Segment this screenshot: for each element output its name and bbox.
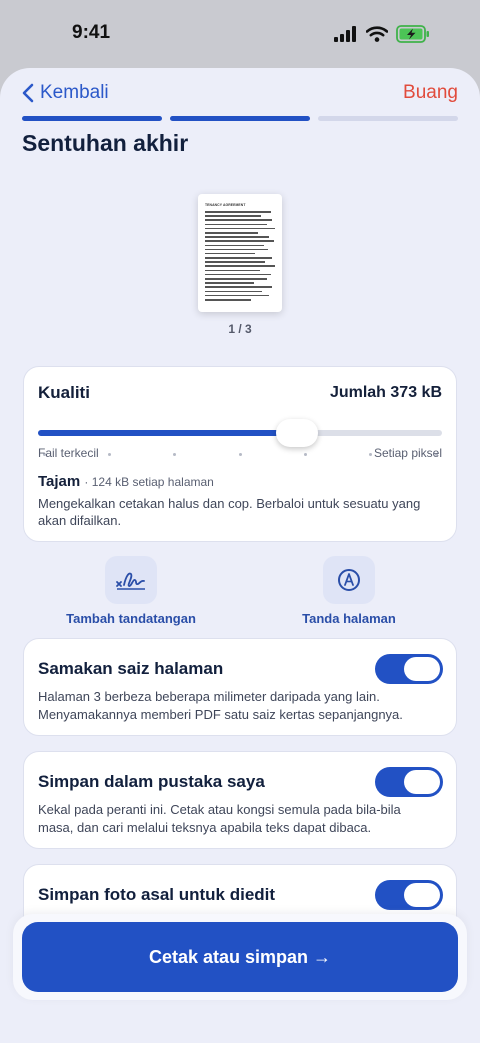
- slider-tick: [303, 453, 307, 456]
- thumbnail-text-line: [205, 227, 275, 230]
- thumbnail-doc-heading: TENANCY AGREEMENT: [205, 203, 246, 207]
- keep-originals-toggle[interactable]: [375, 880, 443, 910]
- quality-total-size: Jumlah 373 kB: [329, 384, 442, 401]
- pen-mark-icon: [323, 556, 375, 604]
- add-signature-button[interactable]: Tambah tandatangan: [51, 556, 211, 626]
- page-title: Sentuhan akhir: [22, 130, 189, 156]
- slider-tick: [173, 453, 177, 456]
- thumbnail-text-line: [205, 298, 252, 301]
- signature-icon: [105, 556, 157, 604]
- thumbnail-text-line: [205, 236, 270, 238]
- wifi-icon: [366, 26, 388, 42]
- toggle-card-uniform-size: Samakan saiz halaman Halaman 3 berbeza b…: [23, 638, 457, 736]
- switch-knob: [404, 657, 440, 681]
- thumbnail-text-line: [205, 231, 259, 234]
- uniform-size-toggle[interactable]: [375, 654, 443, 684]
- slider-max-label: Setiap piksel: [373, 446, 442, 460]
- step-progress-segment: [170, 116, 310, 121]
- signal-icon: [334, 26, 356, 42]
- slider-min-label: Fail terkecil: [38, 446, 99, 460]
- toggle-description: Kekal pada peranti ini. Cetak atau kongs…: [38, 802, 401, 835]
- thumbnail-text-line: [205, 252, 256, 255]
- quality-setting-detail: · 124 kB setiap halaman: [84, 475, 214, 489]
- page-thumbnail[interactable]: TENANCY AGREEMENT: [198, 194, 282, 312]
- switch-knob: [404, 883, 440, 907]
- status-icons: [334, 25, 430, 43]
- toggle-title: Simpan dalam pustaka saya: [38, 772, 265, 791]
- quality-description: Mengekalkan cetakan halus dan cop. Berba…: [38, 496, 421, 528]
- battery-charging-icon: [396, 25, 429, 43]
- back-label: Kembali: [40, 82, 109, 103]
- print-or-save-button[interactable]: Cetak atau simpan →: [22, 922, 458, 992]
- thumbnail-text-line: [205, 265, 275, 268]
- thumbnail-text-line: [205, 278, 267, 280]
- thumbnail-text-line: [205, 273, 271, 276]
- slider-thumb[interactable]: [275, 419, 318, 447]
- thumbnail-text-line: [205, 261, 266, 263]
- page-indicator: 1 / 3: [228, 322, 252, 336]
- chevron-left-icon: [22, 83, 34, 103]
- toggle-title: Simpan foto asal untuk diedit: [38, 885, 276, 904]
- add-signature-label: Tambah tandatangan: [66, 611, 196, 626]
- toggle-description: Halaman 3 berbeza beberapa milimeter dar…: [38, 689, 403, 722]
- quality-card: Kualiti Jumlah 373 kB Fail terkecil Seti…: [23, 366, 457, 542]
- step-progress-segment: [318, 116, 458, 121]
- step-progress-segment: [22, 116, 162, 121]
- nav-bar: Kembali Buang: [0, 68, 480, 118]
- thumbnail-text-line: [205, 240, 274, 242]
- step-progress: [22, 116, 458, 121]
- slider-tick: [238, 453, 242, 456]
- slider-fill: [38, 430, 297, 436]
- cta-container: Cetak atau simpan →: [13, 914, 467, 1000]
- thumbnail-text-line: [205, 244, 264, 247]
- back-button[interactable]: Kembali: [22, 82, 109, 104]
- toggle-title: Samakan saiz halaman: [38, 659, 224, 678]
- status-time: 9:41: [72, 22, 111, 43]
- discard-button[interactable]: Buang: [403, 82, 458, 104]
- slider-tick: [107, 453, 111, 456]
- quality-slider[interactable]: [38, 419, 442, 447]
- status-bar: 9:41: [0, 0, 480, 68]
- toggle-card-save-library: Simpan dalam pustaka saya Kekal pada per…: [23, 751, 457, 849]
- thumbnail-text-line: [205, 290, 263, 293]
- save-library-toggle[interactable]: [375, 767, 443, 797]
- slider-tick: [369, 453, 373, 456]
- mark-page-button[interactable]: Tanda halaman: [269, 556, 429, 626]
- thumbnail-text-line: [205, 223, 267, 226]
- thumbnail-text-line: [205, 294, 270, 297]
- finishing-sheet: Kembali Buang Sentuhan akhir TENANCY AGR…: [0, 68, 480, 1043]
- thumbnail-text-line: [205, 211, 271, 213]
- thumbnail-text-line: [205, 257, 273, 259]
- switch-knob: [404, 770, 440, 794]
- thumbnail-text-line: [205, 219, 273, 221]
- mark-page-label: Tanda halaman: [302, 611, 396, 626]
- quality-setting: Tajam · 124 kB setiap halaman: [38, 473, 214, 490]
- thumbnail-text-line: [205, 215, 261, 217]
- thumbnail-text-line: [205, 269, 260, 272]
- quality-setting-name: Tajam: [38, 473, 81, 490]
- thumbnail-text-line: [205, 282, 254, 284]
- quality-label: Kualiti: [38, 383, 90, 402]
- thumbnail-text-line: [205, 248, 268, 251]
- thumbnail-text-line: [205, 286, 273, 288]
